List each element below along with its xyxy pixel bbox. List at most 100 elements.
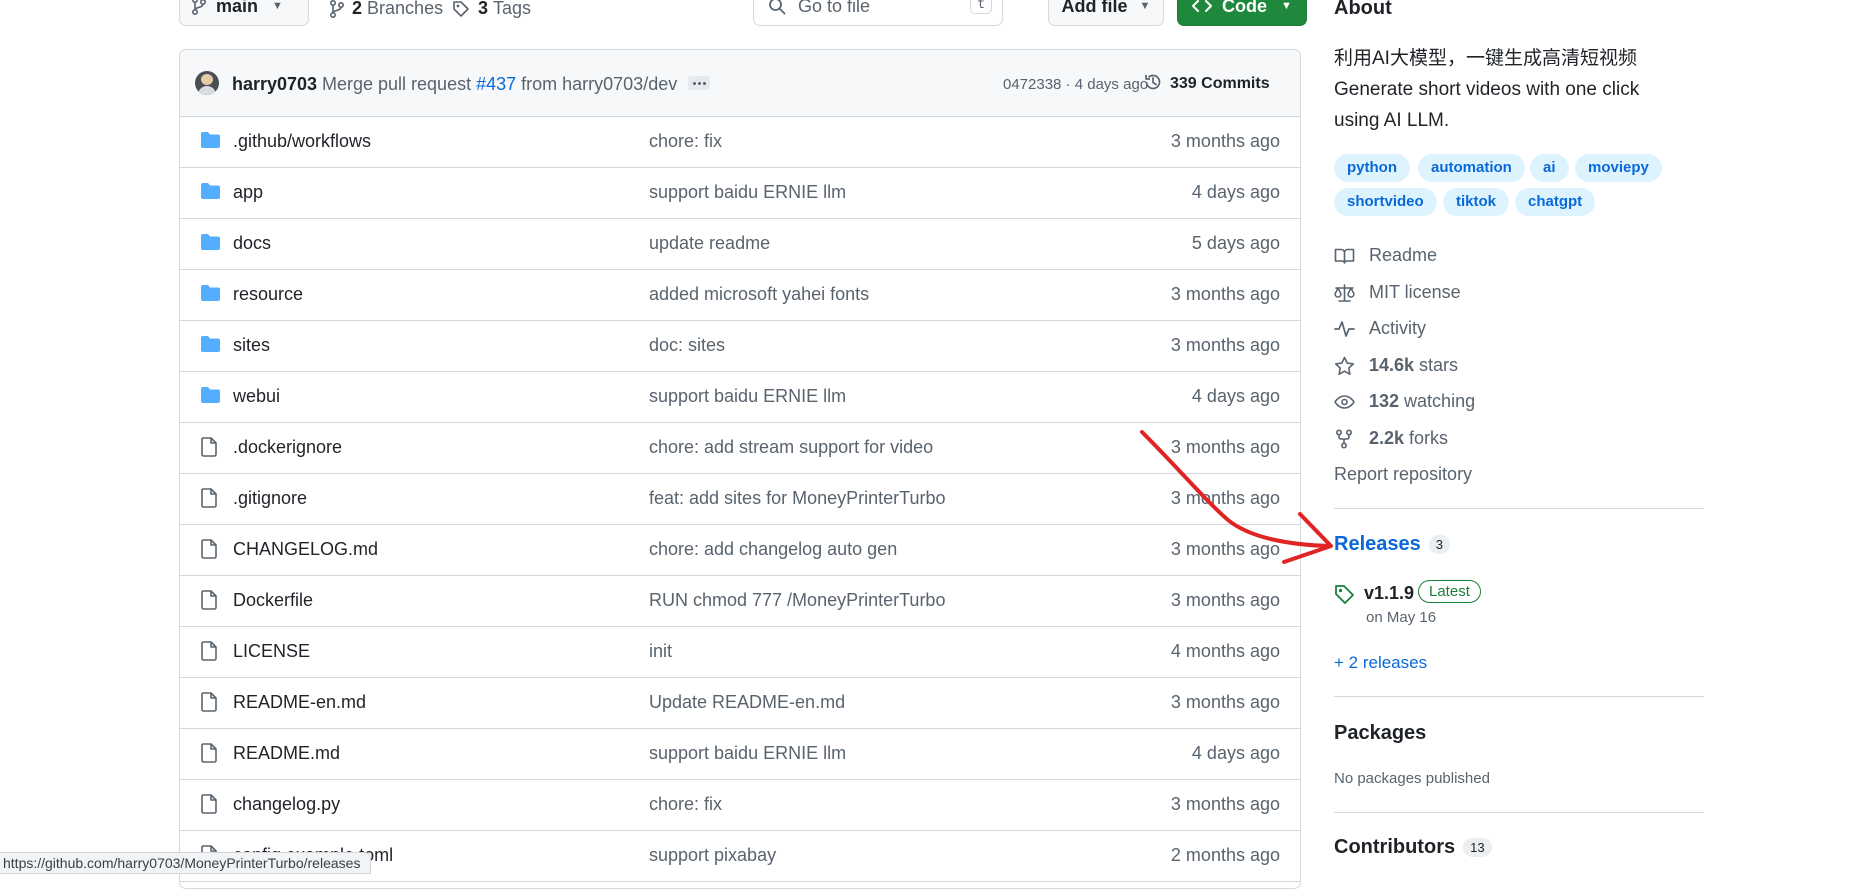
releases-count: 3: [1428, 535, 1450, 555]
pulse-icon: [1334, 320, 1369, 338]
add-file-button[interactable]: Add file ▼: [1048, 0, 1164, 26]
branches-link[interactable]: 2 Branches: [330, 0, 443, 19]
topic-moviepy[interactable]: moviepy: [1575, 154, 1662, 182]
branch-selector[interactable]: main ▼: [179, 0, 309, 26]
ellipsis-button[interactable]: [688, 76, 710, 90]
topic-automation[interactable]: automation: [1418, 154, 1525, 182]
file-name-link[interactable]: resource: [233, 284, 303, 305]
file-row[interactable]: .github/workflows chore: fix 3 months ago: [180, 116, 1300, 168]
file-name-link[interactable]: sites: [233, 335, 270, 356]
file-name-link[interactable]: webui: [233, 386, 280, 407]
commit-message-link[interactable]: chore: add stream support for video: [649, 437, 933, 458]
file-row[interactable]: webui support baidu ERNIE llm 4 days ago: [180, 371, 1300, 423]
stars-link[interactable]: 14.6k stars: [1334, 355, 1458, 376]
file-icon: [200, 437, 218, 457]
branch-name: main: [216, 0, 259, 16]
file-row[interactable]: sites doc: sites 3 months ago: [180, 320, 1300, 372]
commit-time: 3 months ago: [1170, 590, 1280, 610]
file-name-link[interactable]: .gitignore: [233, 488, 307, 509]
commit-sha[interactable]: 0472338 · 4 days ago: [1003, 76, 1148, 93]
commit-message-link[interactable]: support baidu ERNIE llm: [649, 386, 846, 407]
commit-message-link[interactable]: support baidu ERNIE llm: [649, 182, 846, 203]
file-name-link[interactable]: .github/workflows: [233, 131, 371, 152]
commit-time: 3 months ago: [1170, 794, 1280, 814]
file-row[interactable]: LICENSE init 4 months ago: [180, 626, 1300, 678]
file-name-link[interactable]: README-en.md: [233, 692, 366, 713]
commit-message-link[interactable]: added microsoft yahei fonts: [649, 284, 869, 305]
commit-message-link[interactable]: support baidu ERNIE llm: [649, 743, 846, 764]
license-link[interactable]: MIT license: [1334, 282, 1461, 303]
commits-link[interactable]: 339 Commits: [1170, 75, 1270, 93]
file-name-link[interactable]: docs: [233, 233, 271, 254]
releases-link[interactable]: Releases: [1334, 533, 1421, 555]
go-to-file-input[interactable]: Go to file t: [753, 0, 1003, 26]
go-to-file-placeholder: Go to file: [798, 0, 871, 16]
commit-message-link[interactable]: support pixabay: [649, 845, 776, 866]
commit-message-link[interactable]: Update README-en.md: [649, 692, 845, 713]
topic-tiktok[interactable]: tiktok: [1443, 188, 1510, 216]
file-icon: [200, 641, 218, 661]
license-label: MIT license: [1369, 282, 1461, 302]
release-version[interactable]: v1.1.9: [1364, 583, 1414, 604]
repo-description: 利用AI大模型，一键生成高清短视频 Generate short videos …: [1334, 43, 1704, 136]
branch-icon: [330, 0, 344, 18]
tag-icon: [452, 0, 470, 18]
commit-message-link[interactable]: init: [649, 641, 672, 662]
fork-icon: [1334, 428, 1369, 449]
file-row[interactable]: README.md support baidu ERNIE llm 4 days a…: [180, 728, 1300, 780]
commit-message-link[interactable]: chore: fix: [649, 131, 722, 152]
branches-count: 2: [352, 0, 363, 18]
report-repository-link[interactable]: Report repository: [1334, 464, 1472, 485]
forks-label: forks: [1404, 428, 1449, 448]
commit-message-link[interactable]: chore: add changelog auto gen: [649, 539, 897, 560]
topic-python[interactable]: python: [1334, 154, 1410, 182]
commit-author[interactable]: harry0703: [232, 74, 317, 95]
file-row[interactable]: .dockerignore chore: add stream support f…: [180, 422, 1300, 474]
commit-message-link[interactable]: chore: fix: [649, 794, 722, 815]
file-name-link[interactable]: README.md: [233, 743, 340, 764]
activity-link[interactable]: Activity: [1334, 318, 1426, 339]
chevron-down-icon: ▼: [1139, 0, 1151, 12]
file-name-link[interactable]: app: [233, 182, 263, 203]
topic-chatgpt[interactable]: chatgpt: [1515, 188, 1596, 216]
file-row[interactable]: Dockerfile RUN chmod 777 /MoneyPrinterTur…: [180, 575, 1300, 627]
book-icon: [1334, 247, 1369, 265]
file-name-link[interactable]: changelog.py: [233, 794, 340, 815]
readme-label: Readme: [1369, 245, 1438, 265]
file-name-link[interactable]: Dockerfile: [233, 590, 313, 611]
file-row[interactable]: changelog.py chore: fix 3 months ago: [180, 779, 1300, 831]
forks-link[interactable]: 2.2k forks: [1334, 428, 1448, 449]
shortcut-key: t: [970, 0, 992, 14]
more-releases-link[interactable]: + 2 releases: [1334, 653, 1427, 673]
file-row[interactable]: resource added microsoft yahei fonts 3 mon…: [180, 269, 1300, 321]
branch-icon: [192, 0, 206, 15]
file-name-link[interactable]: CHANGELOG.md: [233, 539, 378, 560]
search-icon: [768, 0, 786, 15]
file-name-link[interactable]: LICENSE: [233, 641, 310, 662]
commit-message[interactable]: Merge pull request #437 from harry0703/d…: [322, 74, 677, 95]
file-row[interactable]: docs update readme 5 days ago: [180, 218, 1300, 270]
watchers-link[interactable]: 132 watching: [1334, 391, 1475, 412]
file-browser: harry0703 Merge pull request #437 from h…: [179, 49, 1301, 889]
code-button[interactable]: Code ▼: [1177, 0, 1307, 26]
commit-message-link[interactable]: feat: add sites for MoneyPrinterTurbo: [649, 488, 945, 509]
commit-message-link[interactable]: update readme: [649, 233, 770, 254]
readme-link[interactable]: Readme: [1334, 245, 1437, 266]
commit-message-link[interactable]: doc: sites: [649, 335, 725, 356]
watching-count: 132: [1369, 391, 1400, 411]
tags-link[interactable]: 3 Tags: [452, 0, 531, 19]
packages-heading[interactable]: Packages: [1334, 722, 1426, 745]
file-name-link[interactable]: .dockerignore: [233, 437, 342, 458]
avatar[interactable]: [195, 71, 219, 95]
pull-request-link[interactable]: #437: [476, 74, 516, 94]
file-row[interactable]: CHANGELOG.md chore: add changelog auto ge…: [180, 524, 1300, 576]
contributors-heading[interactable]: Contributors 13: [1334, 836, 1492, 859]
file-row[interactable]: .gitignore feat: add sites for MoneyPrint…: [180, 473, 1300, 525]
file-row[interactable]: app support baidu ERNIE llm 4 days ago: [180, 167, 1300, 219]
releases-heading[interactable]: Releases 3: [1334, 533, 1450, 556]
topic-shortvideo[interactable]: shortvideo: [1334, 188, 1437, 216]
file-row[interactable]: README-en.md Update README-en.md 3 months …: [180, 677, 1300, 729]
topic-ai[interactable]: ai: [1530, 154, 1569, 182]
commit-time: 3 months ago: [1170, 284, 1280, 304]
commit-message-link[interactable]: RUN chmod 777 /MoneyPrinterTurbo: [649, 590, 945, 611]
